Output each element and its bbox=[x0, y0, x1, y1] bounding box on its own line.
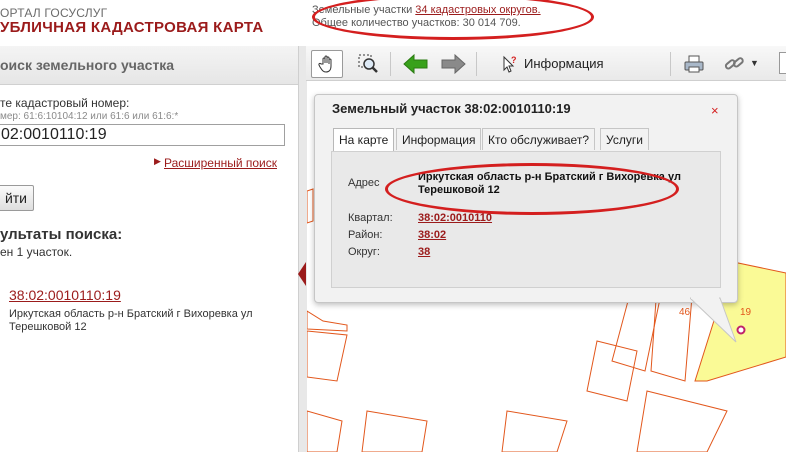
zoom-select-icon bbox=[358, 54, 378, 73]
okrug-label: Округ: bbox=[348, 246, 380, 258]
result-link[interactable]: 38:02:0010110:19 bbox=[9, 287, 121, 303]
popup-title: Земельный участок 38:02:0010110:19 bbox=[332, 101, 571, 116]
cadastral-number-input[interactable] bbox=[0, 124, 285, 146]
tab-who-serves[interactable]: Кто обслуживает? bbox=[482, 128, 595, 150]
toolbar-separator bbox=[670, 52, 671, 76]
collapse-panel-handle[interactable] bbox=[298, 262, 306, 286]
tab-on-map[interactable]: На карте bbox=[333, 128, 395, 152]
print-icon bbox=[684, 55, 704, 73]
back-arrow-icon bbox=[403, 54, 428, 74]
chevron-down-icon[interactable]: ▼ bbox=[750, 58, 759, 68]
forward-button[interactable] bbox=[437, 50, 469, 78]
pan-tool-button[interactable] bbox=[311, 50, 343, 78]
cadastral-number-hint: мер: 61:6:10104:12 или 61:6 или 61:6:* bbox=[0, 111, 179, 122]
quarter-link[interactable]: 38:02:0010110 bbox=[418, 212, 492, 224]
district-label: Район: bbox=[348, 229, 383, 241]
zoom-select-button[interactable] bbox=[352, 50, 384, 78]
back-button[interactable] bbox=[400, 50, 432, 78]
results-count: ен 1 участок. bbox=[0, 245, 73, 259]
parcel-label: 46 bbox=[679, 307, 691, 318]
highlight-ellipse bbox=[385, 163, 679, 215]
highlight-ellipse bbox=[312, 0, 594, 40]
address-label: Адрес bbox=[348, 177, 380, 189]
okrug-link[interactable]: 38 bbox=[418, 246, 430, 258]
search-panel-title: оиск земельного участка bbox=[0, 57, 175, 73]
quarter-label: Квартал: bbox=[348, 212, 393, 224]
toolbar-separator bbox=[476, 52, 477, 76]
parcel-label: 19 bbox=[740, 307, 752, 318]
close-icon[interactable]: × bbox=[711, 103, 719, 118]
tab-information[interactable]: Информация bbox=[396, 128, 482, 150]
info-tool-label[interactable]: Информация bbox=[524, 56, 604, 71]
portal-title: ОРТАЛ ГОСУСЛУГ bbox=[0, 6, 108, 20]
results-title: ультаты поиска: bbox=[0, 226, 123, 243]
app-title: УБЛИЧНАЯ КАДАСТРОВАЯ КАРТА bbox=[0, 19, 264, 36]
info-cursor-icon: ? bbox=[503, 55, 517, 73]
district-link[interactable]: 38:02 bbox=[418, 229, 446, 241]
popup-pointer bbox=[690, 297, 737, 343]
toolbar-input[interactable] bbox=[779, 52, 786, 74]
toolbar-separator bbox=[390, 52, 391, 76]
result-address: Иркутская область р-н Братский г Вихорев… bbox=[9, 308, 253, 333]
print-button[interactable] bbox=[678, 50, 710, 78]
svg-text:?: ? bbox=[511, 55, 517, 65]
advanced-search-link[interactable]: Расширенный поиск bbox=[164, 156, 277, 170]
find-button[interactable]: йти bbox=[0, 185, 34, 211]
triangle-right-icon: ▶ bbox=[154, 156, 161, 166]
info-tool-button[interactable]: ? bbox=[494, 50, 526, 78]
hand-icon bbox=[318, 55, 332, 73]
forward-arrow-icon bbox=[441, 54, 466, 74]
link-button[interactable] bbox=[718, 50, 750, 78]
tab-services[interactable]: Услуги bbox=[600, 128, 649, 150]
cadastral-number-label: те кадастровый номер: bbox=[0, 96, 130, 110]
link-icon bbox=[724, 57, 744, 70]
